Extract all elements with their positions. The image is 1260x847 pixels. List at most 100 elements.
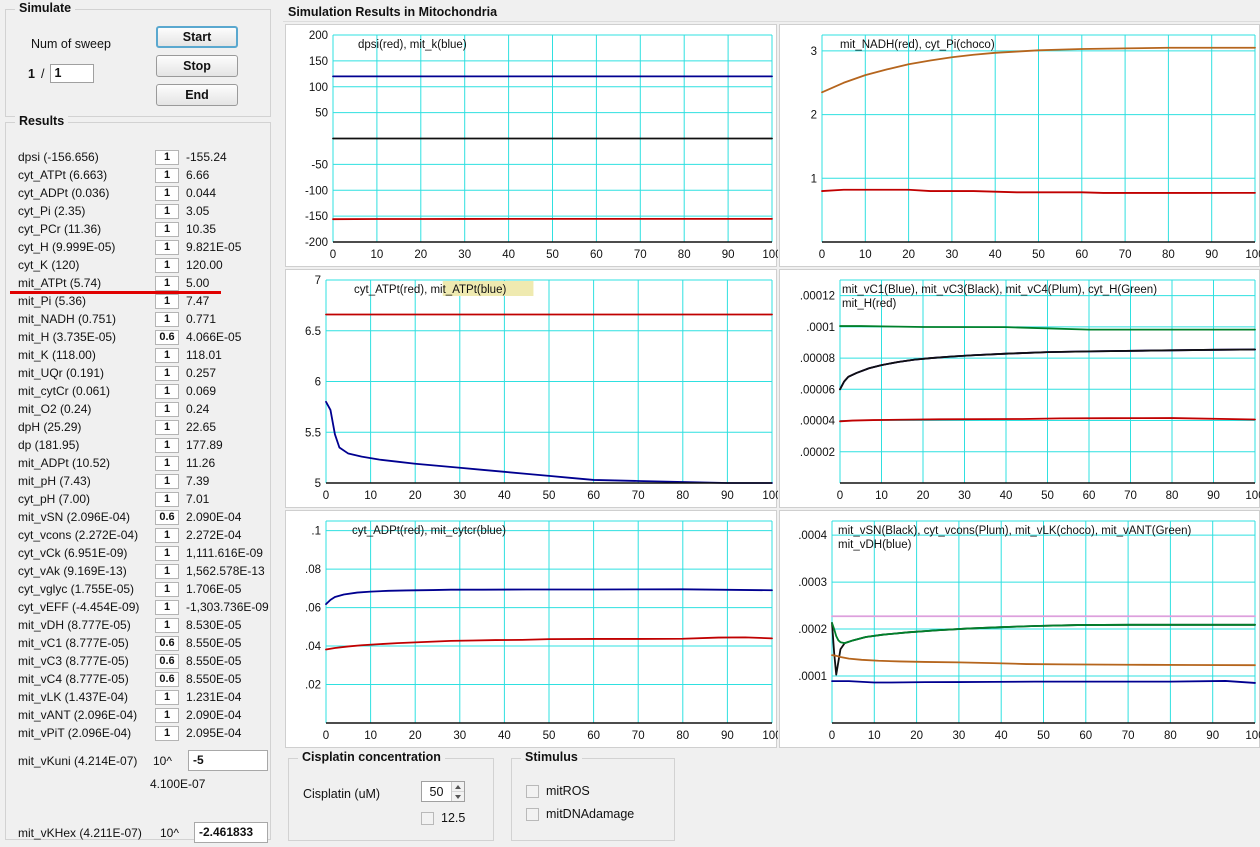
y-tick-label: -200: [305, 237, 328, 249]
result-value: 1.706E-05: [186, 582, 242, 596]
result-factor-input[interactable]: 1: [155, 473, 179, 489]
y-tick-label: 50: [315, 108, 328, 120]
x-tick-label: 40: [498, 490, 511, 502]
result-factor-input[interactable]: 1: [155, 257, 179, 273]
x-tick-label: 60: [1079, 730, 1092, 742]
result-factor-input[interactable]: 1: [155, 707, 179, 723]
x-tick-label: 90: [721, 730, 734, 742]
result-factor-input[interactable]: 1: [155, 689, 179, 705]
x-tick-label: 80: [678, 249, 691, 261]
x-tick-label: 80: [1162, 249, 1175, 261]
y-tick-label: 100: [309, 82, 328, 94]
start-button[interactable]: Start: [156, 26, 238, 48]
x-tick-label: 70: [634, 249, 647, 261]
cisplatin-125-checkbox[interactable]: 12.5: [421, 811, 465, 825]
x-tick-label: 50: [1041, 490, 1054, 502]
result-factor-input[interactable]: 1: [155, 527, 179, 543]
result-value: 0.257: [186, 366, 217, 380]
result-factor-input[interactable]: 1: [155, 419, 179, 435]
result-factor-input[interactable]: 1: [155, 383, 179, 399]
result-factor-input[interactable]: 0.6: [155, 653, 179, 669]
result-factor-input[interactable]: 1: [155, 203, 179, 219]
result-row: cyt_vcons (2.272E-04) 1 2.272E-04: [10, 526, 268, 544]
x-tick-label: 60: [1083, 490, 1096, 502]
result-factor-input[interactable]: 1: [155, 311, 179, 327]
checkbox-icon[interactable]: [526, 807, 539, 821]
x-tick-label: 50: [546, 249, 559, 261]
result-factor-input[interactable]: 0.6: [155, 635, 179, 651]
result-factor-input[interactable]: 0.6: [155, 329, 179, 345]
left-panel: Simulate Num of sweep 1 / 1 Start Stop E…: [0, 0, 277, 847]
result-name: mit_vC3 (8.777E-05): [18, 654, 129, 668]
result-row: cyt_vEFF (-4.454E-09) 1 -1,303.736E-09: [10, 598, 269, 616]
result-factor-input[interactable]: 1: [155, 545, 179, 561]
result-factor-input[interactable]: 1: [155, 149, 179, 165]
result-factor-input[interactable]: 1: [155, 491, 179, 507]
stimulus-mitros-checkbox[interactable]: mitROS: [526, 784, 590, 798]
result-factor-input[interactable]: 1: [155, 275, 179, 291]
sweep-row: 1 / 1: [28, 64, 95, 83]
result-value: 11.26: [186, 456, 216, 470]
x-tick-label: 90: [722, 249, 735, 261]
result-name: mit_H (3.735E-05): [18, 330, 117, 344]
result-factor-input[interactable]: 1: [155, 617, 179, 633]
exponent-input[interactable]: -5: [188, 750, 268, 771]
result-row: cyt_ADPt (0.036) 1 0.044: [10, 184, 268, 202]
stimulus-mitdnadamage-checkbox[interactable]: mitDNAdamage: [526, 807, 634, 821]
result-factor-input[interactable]: 1: [155, 401, 179, 417]
x-tick-label: 100: [1245, 730, 1260, 742]
result-factor-input[interactable]: 0.6: [155, 671, 179, 687]
exponent-input[interactable]: -2.461833: [194, 822, 268, 843]
result-name: mit_ADPt (10.52): [18, 456, 111, 470]
result-factor-input[interactable]: 1: [155, 293, 179, 309]
cisplatin-stepper[interactable]: 50: [421, 781, 465, 802]
stop-button[interactable]: Stop: [156, 55, 238, 77]
chart-svg: .00002 .00004 .00006 .00008 .0001 .00012 0 10 20…: [800, 279, 1260, 502]
stepper-up-icon[interactable]: [452, 782, 464, 792]
result-row: cyt_vCk (6.951E-09) 1 1,111.616E-09: [10, 544, 268, 562]
y-tick-label: .04: [305, 641, 322, 653]
cisplatin-value[interactable]: 50: [422, 785, 451, 799]
x-tick-label: 0: [837, 490, 843, 502]
result-row: mit_K (118.00) 1 118.01: [10, 346, 268, 364]
result-value: 2.272E-04: [186, 528, 242, 542]
chart-panel: 1230102030405060708090100mit_NADH(red), …: [779, 24, 1260, 267]
exponent-power-label: 10^: [160, 826, 179, 840]
result-factor-input[interactable]: 1: [155, 563, 179, 579]
checkbox-icon[interactable]: [526, 784, 539, 798]
chart-panel: 55.566.570102030405060708090100cyt_ATPt(…: [285, 269, 778, 508]
result-value: 7.39: [186, 474, 210, 488]
chart-title: mit_NADH(red), cyt_Pi(choco): [840, 39, 995, 51]
result-name: mit_pH (7.43): [18, 474, 91, 488]
x-tick-label: 20: [414, 249, 427, 261]
stepper-down-icon[interactable]: [452, 792, 464, 801]
result-factor-input[interactable]: 1: [155, 239, 179, 255]
results-exponent-block: mit_vKuni (4.214E-07) 10^ -5 4.100E-07 mit_v…: [10, 750, 268, 847]
exponent-computed-value: 4.100E-07: [150, 777, 206, 791]
result-factor-input[interactable]: 1: [155, 581, 179, 597]
result-factor-input[interactable]: 1: [155, 455, 179, 471]
result-value: 8.530E-05: [186, 618, 242, 632]
result-factor-input[interactable]: 1: [155, 167, 179, 183]
end-button[interactable]: End: [156, 84, 238, 106]
result-factor-input[interactable]: 1: [155, 185, 179, 201]
result-factor-input[interactable]: 1: [155, 599, 179, 615]
x-tick-label: 20: [910, 730, 923, 742]
result-factor-input[interactable]: 1: [155, 437, 179, 453]
sweep-total-input[interactable]: 1: [50, 64, 95, 83]
result-factor-input[interactable]: 1: [155, 725, 179, 741]
x-tick-label: 80: [676, 730, 689, 742]
x-tick-label: 30: [953, 730, 966, 742]
result-factor-input[interactable]: 1: [155, 221, 179, 237]
cisplatin-stepper-buttons: [451, 782, 464, 801]
checkbox-icon[interactable]: [421, 811, 434, 825]
stimulus-group: Stimulus mitROS mitDNAdamage: [511, 750, 675, 841]
x-tick-label: 30: [458, 249, 471, 261]
result-value: 1,111.616E-09: [186, 546, 263, 560]
result-factor-input[interactable]: 1: [155, 365, 179, 381]
result-factor-input[interactable]: 1: [155, 347, 179, 363]
result-factor-input[interactable]: 0.6: [155, 509, 179, 525]
result-value: 3.05: [186, 204, 210, 218]
x-tick-label: 70: [1119, 249, 1132, 261]
x-tick-label: 70: [632, 490, 645, 502]
